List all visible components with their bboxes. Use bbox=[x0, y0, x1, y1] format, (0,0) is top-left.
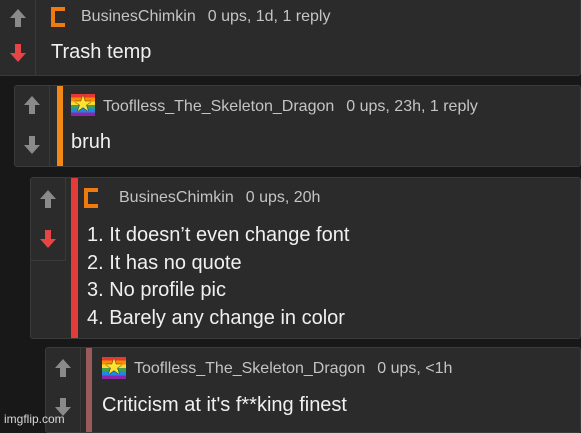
upvote-button[interactable] bbox=[52, 357, 74, 379]
comment-text: bruh bbox=[71, 131, 112, 153]
watermark: imgflip.com bbox=[4, 412, 65, 426]
vote-column bbox=[15, 86, 50, 166]
list-item: 2. It has no quote bbox=[87, 251, 242, 274]
arrow-up-icon bbox=[40, 190, 56, 208]
star-icon: ★ bbox=[73, 91, 93, 116]
arrow-up-icon bbox=[55, 359, 71, 377]
comment-text: 1. It doesn’t even change font 2. It has… bbox=[87, 222, 349, 332]
username-link[interactable]: BusinesChimkin bbox=[119, 189, 234, 206]
arrow-down-icon bbox=[10, 44, 26, 62]
comment-text: Criticism at it's f**king finest bbox=[102, 394, 347, 416]
vote-column bbox=[31, 178, 66, 261]
user-avatar[interactable] bbox=[51, 7, 67, 27]
comment-2: ★ Tooflless_The_Skeleton_Dragon 0 ups, 23… bbox=[14, 85, 581, 167]
star-icon: ★ bbox=[104, 354, 124, 379]
thread-bar bbox=[57, 86, 63, 166]
thread-bar bbox=[86, 348, 92, 432]
user-avatar[interactable]: ★ bbox=[102, 354, 126, 379]
list-item: 1. It doesn’t even change font bbox=[87, 224, 350, 246]
comment-meta: BusinesChimkin 0 ups, 20h bbox=[119, 189, 320, 207]
list-item: 4. Barely any change in color bbox=[87, 306, 345, 329]
upvote-button[interactable] bbox=[37, 188, 59, 210]
arrow-up-icon bbox=[24, 96, 40, 114]
comment-stats: 0 ups, <1h bbox=[377, 360, 453, 377]
upvote-button[interactable] bbox=[21, 94, 43, 116]
comment-stats: 0 ups, 1d, 1 reply bbox=[207, 8, 331, 25]
comment-4: ★ Tooflless_The_Skeleton_Dragon 0 ups, <1… bbox=[45, 347, 581, 433]
comment-stats: 0 ups, 20h bbox=[245, 189, 321, 206]
thread-bar bbox=[36, 0, 42, 75]
arrow-down-icon bbox=[24, 136, 40, 154]
comment-3: BusinesChimkin 0 ups, 20h 1. It doesn’t e… bbox=[30, 177, 581, 339]
downvote-button[interactable] bbox=[21, 134, 43, 156]
arrow-down-icon bbox=[40, 230, 56, 248]
list-item: 3. No profile pic bbox=[87, 279, 226, 301]
username-link[interactable]: Tooflless_The_Skeleton_Dragon bbox=[134, 360, 365, 377]
user-avatar[interactable] bbox=[84, 188, 100, 208]
username-link[interactable]: Tooflless_The_Skeleton_Dragon bbox=[103, 98, 334, 115]
user-avatar[interactable]: ★ bbox=[71, 91, 95, 116]
arrow-up-icon bbox=[10, 9, 26, 27]
comment-meta: BusinesChimkin 0 ups, 1d, 1 reply bbox=[81, 8, 330, 26]
comment-text: Trash temp bbox=[51, 41, 152, 63]
downvote-button[interactable] bbox=[7, 42, 29, 64]
thread-bar bbox=[71, 178, 78, 338]
comment-meta: Tooflless_The_Skeleton_Dragon 0 ups, <1h bbox=[134, 360, 452, 378]
downvote-button[interactable] bbox=[37, 228, 59, 250]
upvote-button[interactable] bbox=[7, 7, 29, 29]
username-link[interactable]: BusinesChimkin bbox=[81, 8, 196, 25]
comment-1: BusinesChimkin 0 ups, 1d, 1 reply Trash t… bbox=[0, 0, 581, 76]
comment-meta: Tooflless_The_Skeleton_Dragon 0 ups, 23h,… bbox=[103, 98, 478, 116]
comment-stats: 0 ups, 23h, 1 reply bbox=[346, 98, 478, 115]
vote-column bbox=[0, 0, 36, 75]
